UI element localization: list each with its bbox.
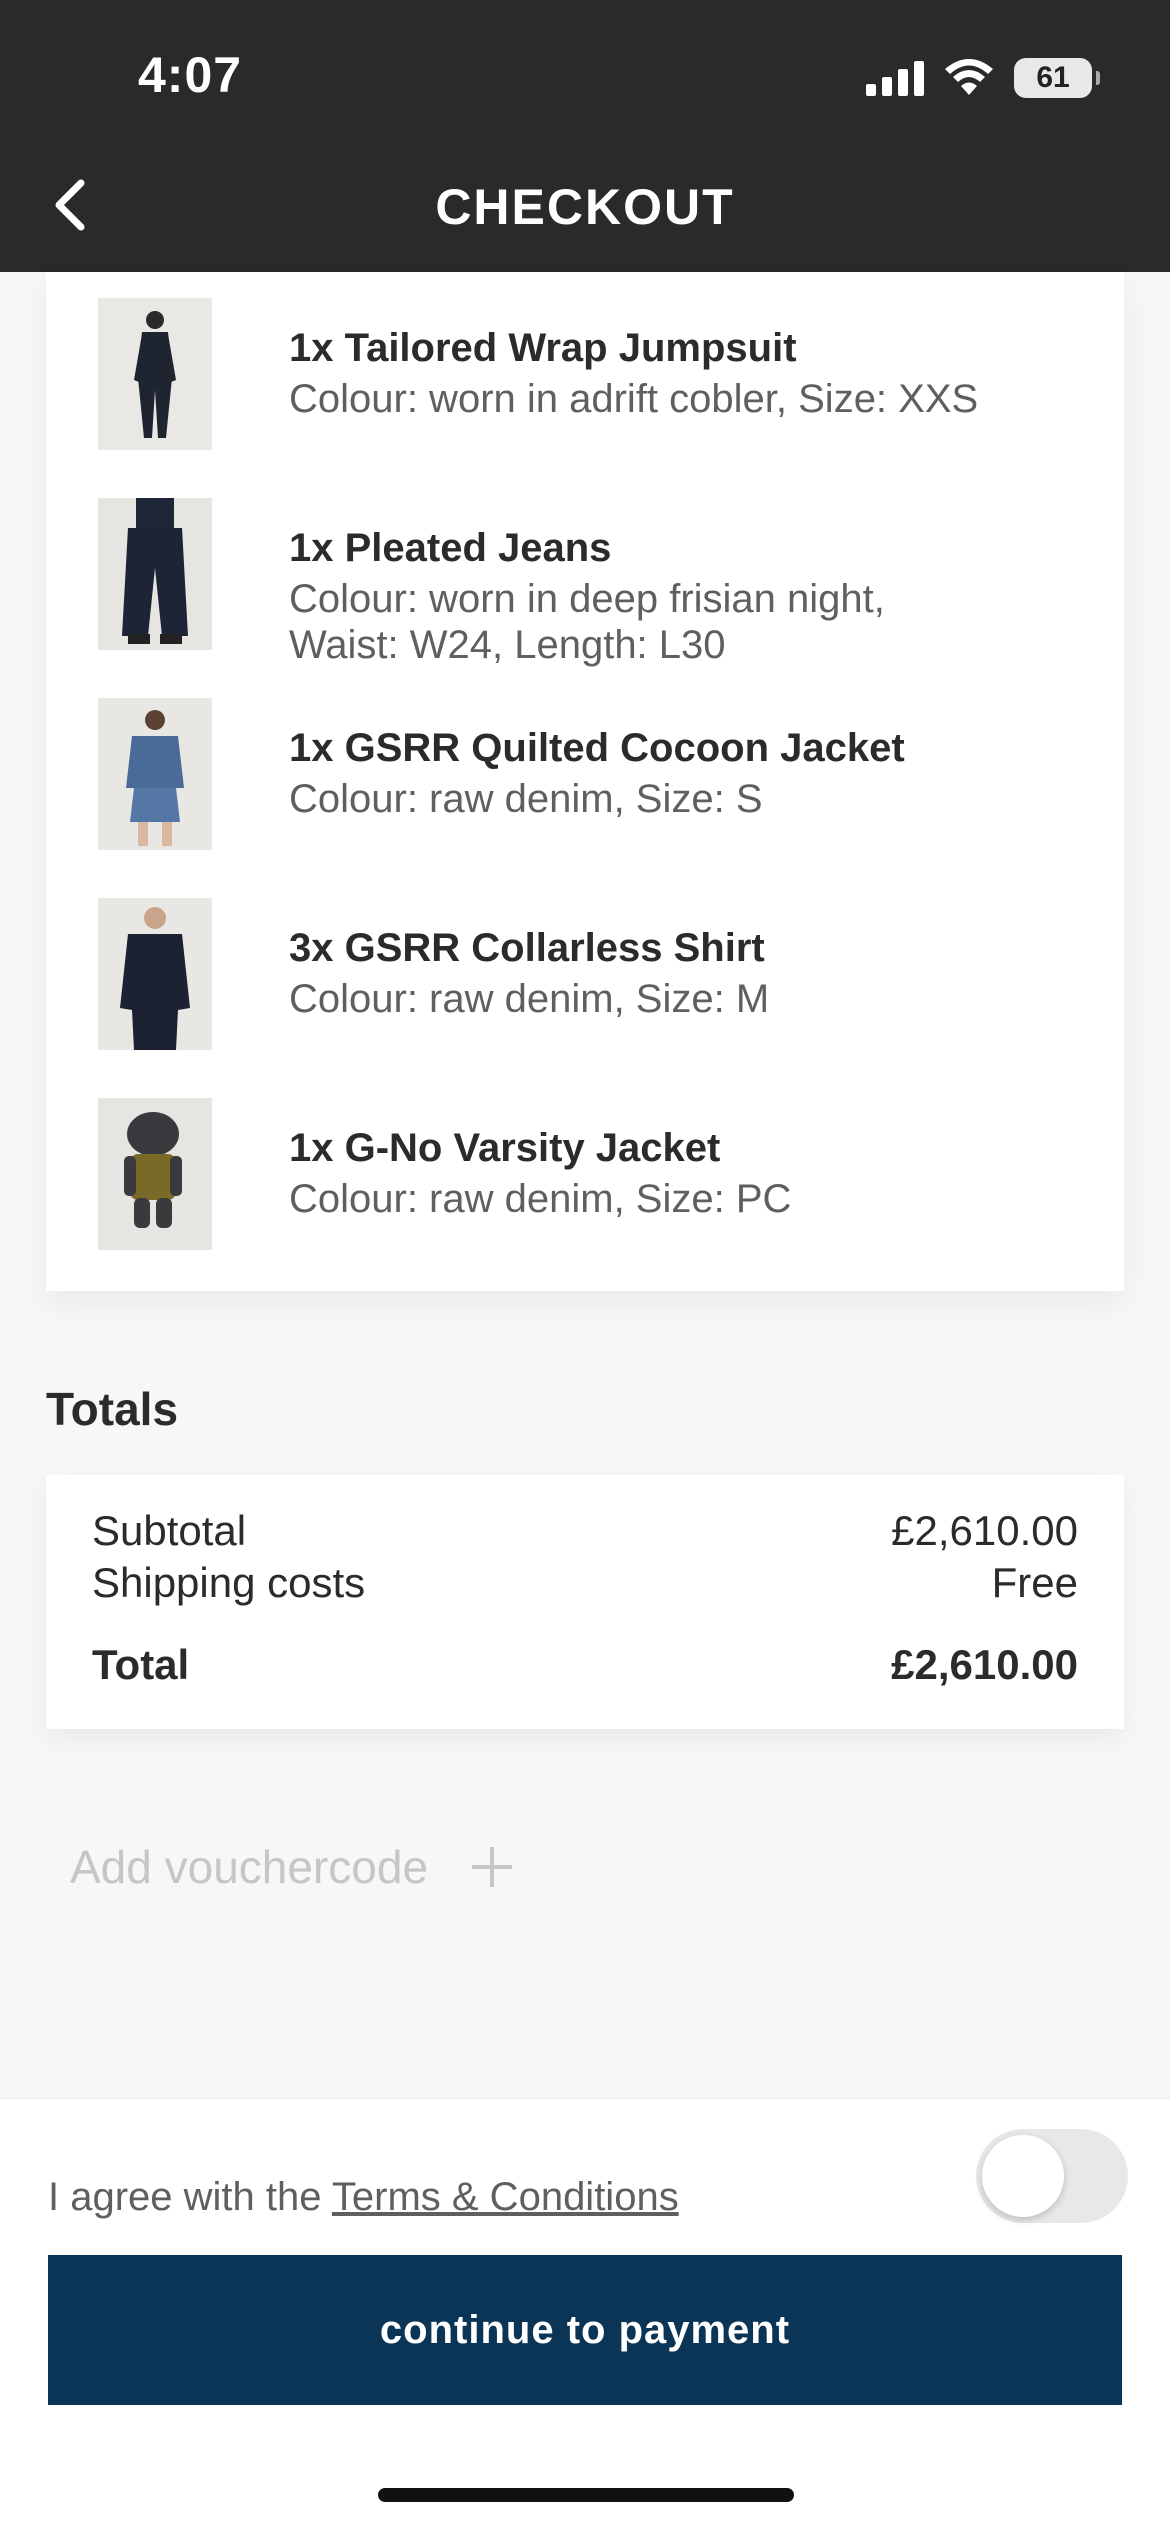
app-header: 4:07 61 CHECKOUT	[0, 0, 1170, 272]
continue-to-payment-button[interactable]: continue to payment	[48, 2255, 1122, 2405]
subtotal-value: £2,610.00	[891, 1507, 1078, 1554]
voucher-label: Add vouchercode	[70, 1841, 429, 1893]
cellular-signal-icon	[866, 60, 924, 96]
page-title: CHECKOUT	[435, 179, 735, 235]
totals-card: Subtotal £2,610.00 Shipping costs Free T…	[46, 1475, 1124, 1729]
total-label: Total	[92, 1641, 190, 1688]
plus-icon	[472, 1847, 513, 1887]
terms-prefix: I agree with the	[48, 2175, 332, 2219]
home-indicator	[378, 2488, 794, 2502]
product-image	[98, 1098, 212, 1250]
item-name: 1x GSRR Quilted Cocoon Jacket	[289, 726, 905, 770]
totals-heading: Totals	[46, 1383, 179, 1435]
item-details: Colour: worn in deep frisian night,	[289, 577, 885, 621]
item-details: Colour: raw denim, Size: M	[289, 977, 770, 1021]
status-icons: 61	[866, 56, 1100, 100]
list-item[interactable]: 1x GSRR Quilted Cocoon Jacket Colour: ra…	[98, 698, 1098, 858]
subtotal-label: Subtotal	[92, 1507, 247, 1554]
item-name: 1x G-No Varsity Jacket	[289, 1126, 721, 1170]
subtotal-row: Subtotal £2,610.00	[92, 1505, 1078, 1557]
item-details: Colour: raw denim, Size: S	[289, 777, 763, 821]
order-items-card: 1x Tailored Wrap Jumpsuit Colour: worn i…	[46, 272, 1124, 1291]
battery-indicator: 61	[1014, 58, 1100, 98]
toggle-knob	[982, 2135, 1064, 2217]
list-item[interactable]: 1x G-No Varsity Jacket Colour: raw denim…	[98, 1098, 1098, 1258]
add-voucher-button[interactable]: Add vouchercode	[70, 1840, 513, 1894]
product-image	[98, 698, 212, 850]
total-row: Total £2,610.00	[92, 1639, 1078, 1691]
product-image	[98, 298, 212, 450]
item-details: Waist: W24, Length: L30	[289, 623, 726, 667]
list-item[interactable]: 1x Tailored Wrap Jumpsuit Colour: worn i…	[98, 298, 1098, 458]
item-name: 1x Tailored Wrap Jumpsuit	[289, 326, 797, 370]
item-details: Colour: worn in adrift cobler, Size: XXS	[289, 377, 979, 421]
checkout-footer: I agree with the Terms & Conditions cont…	[0, 2098, 1170, 2532]
terms-agreement: I agree with the Terms & Conditions	[48, 2175, 679, 2220]
shipping-row: Shipping costs Free	[92, 1557, 1078, 1609]
shipping-label: Shipping costs	[92, 1559, 366, 1606]
shipping-value: Free	[991, 1559, 1078, 1606]
list-item[interactable]: 3x GSRR Collarless Shirt Colour: raw den…	[98, 898, 1098, 1058]
total-value: £2,610.00	[891, 1641, 1078, 1688]
item-name: 1x Pleated Jeans	[289, 526, 612, 570]
terms-link[interactable]: Terms & Conditions	[332, 2175, 679, 2219]
wifi-icon	[945, 59, 993, 95]
status-time: 4:07	[138, 47, 243, 103]
list-item[interactable]: 1x Pleated Jeans Colour: worn in deep fr…	[98, 498, 1098, 667]
item-name: 3x GSRR Collarless Shirt	[289, 926, 765, 970]
terms-toggle[interactable]	[976, 2129, 1128, 2223]
item-details: Colour: raw denim, Size: PC	[289, 1177, 792, 1221]
product-image	[98, 498, 212, 650]
product-image	[98, 898, 212, 1050]
